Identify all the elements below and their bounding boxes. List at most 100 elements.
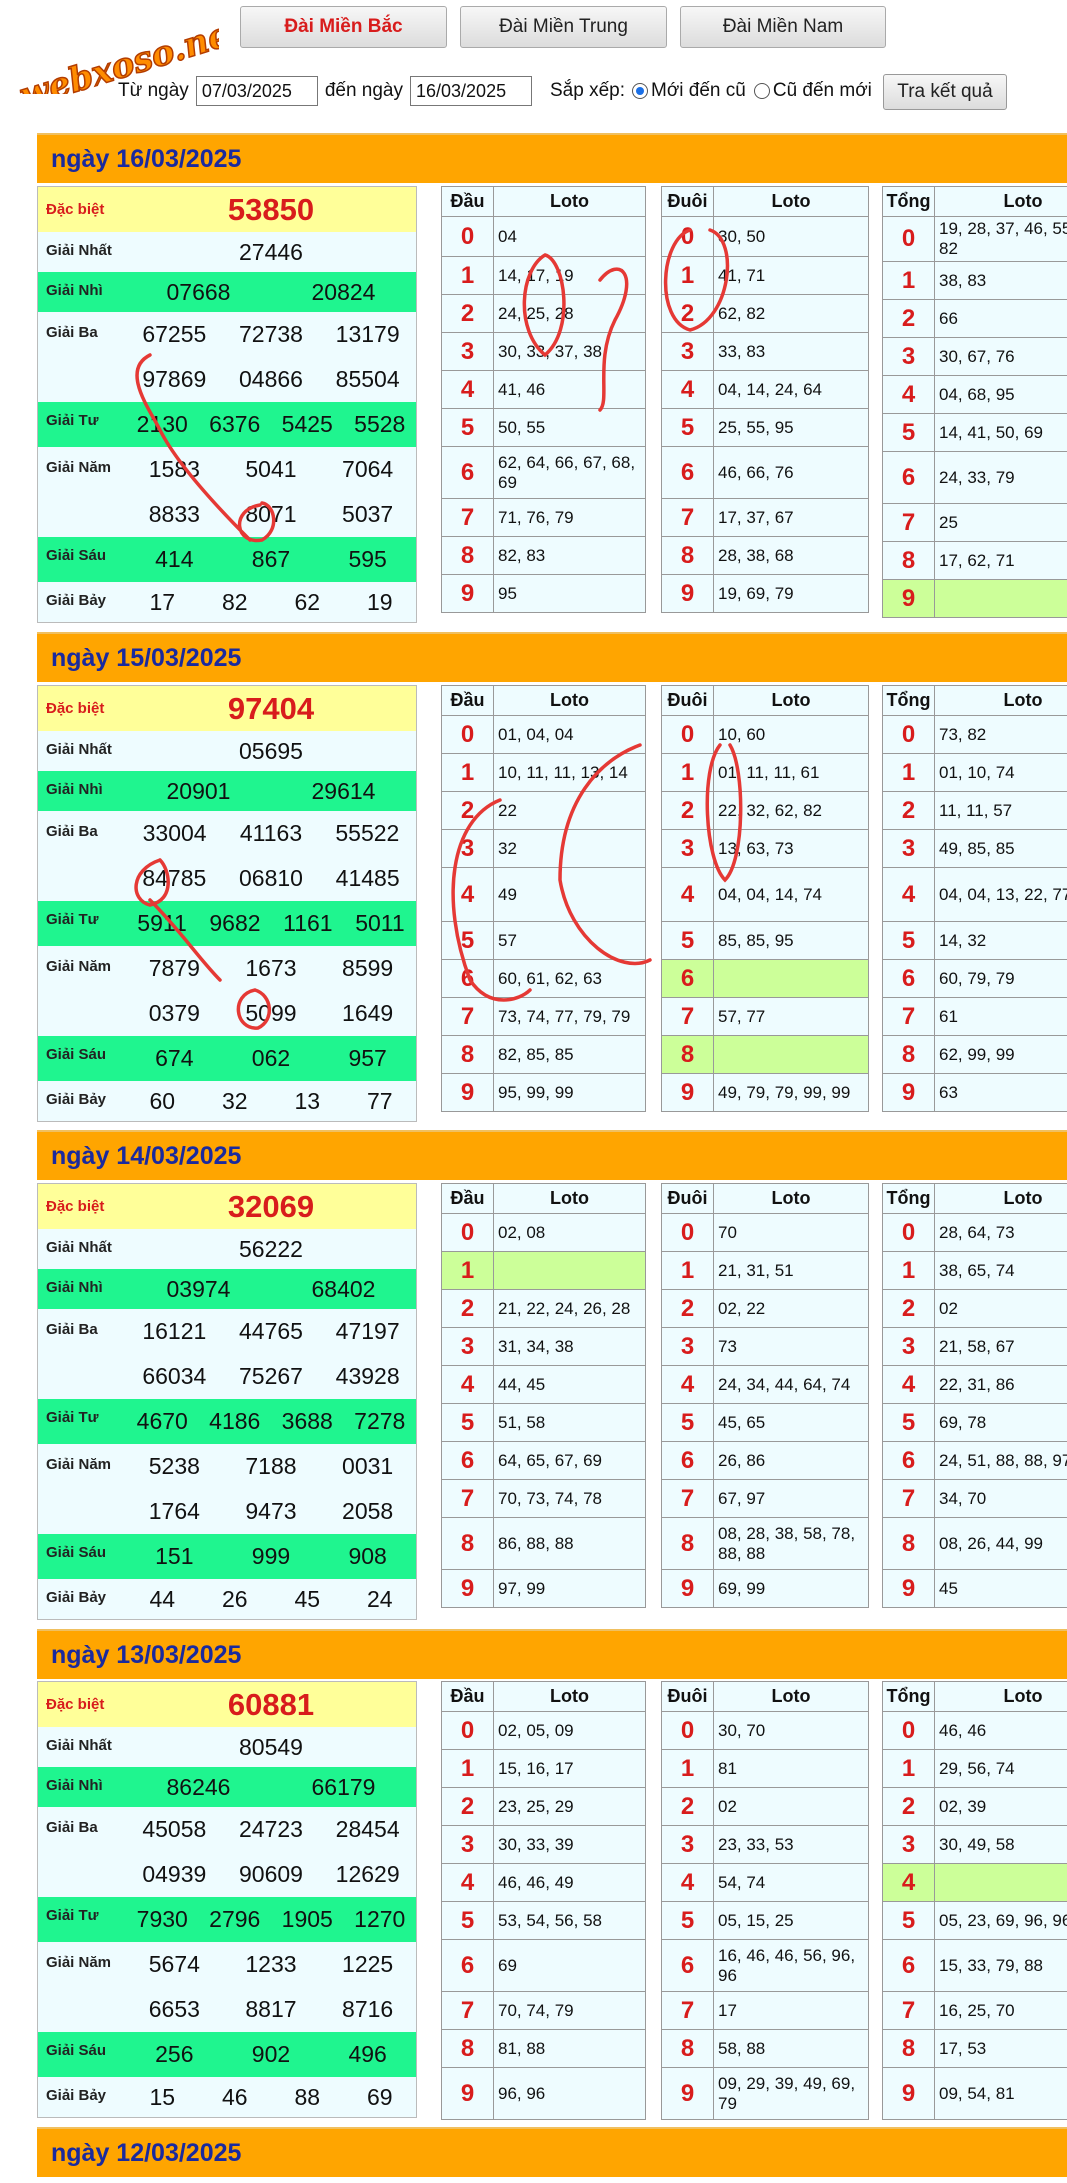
loto-digit: 6 [441,1441,494,1480]
prize-numbers: 6653 8817 8716 [126,1987,416,2032]
prize-number: 62 [294,588,321,615]
sort-new-radio[interactable] [632,83,648,99]
loto-row: 4 [882,1863,1067,1902]
loto-values: 51, 58 [493,1403,646,1442]
prize-table: Đặc biệt 97404 Giải Nhất 05695 Giải Nhì 20901… [37,685,417,1122]
prize-number: 2058 [342,1498,394,1524]
day-title[interactable]: ngày 13/03/2025 [51,1641,241,1670]
loto-row: 2 22, 32, 62, 82 [661,791,869,830]
loto-values: 38, 65, 74 [934,1251,1067,1290]
prize-numbers: 33004 41163 55522 [126,811,416,856]
loto-row: 9 45 [882,1569,1067,1608]
loto-values: 02, 05, 09 [493,1711,646,1750]
day-title[interactable]: ngày 15/03/2025 [51,644,241,673]
loto-row: 5 05, 15, 25 [661,1901,869,1940]
prize-number: 29614 [311,777,376,804]
mien-bac-button[interactable]: Đài Miền Bắc [240,6,447,48]
loto-row: 9 63 [882,1073,1067,1112]
lookup-button[interactable]: Tra kết quả [883,74,1007,110]
sort-label: Sắp xếp: [550,80,625,101]
loto-row: 0 02, 08 [441,1213,646,1252]
loto-digit: 7 [661,1991,714,2030]
loto-values: 01, 04, 04 [493,715,646,754]
loto-row: 6 60, 61, 62, 63 [441,959,646,998]
prize-number: 062 [251,1045,291,1071]
loto-row: 404, 04, 13, 22, 77, 95 [882,867,1067,922]
loto-digit: 2 [661,294,714,333]
loto-digit: 3 [661,1327,714,1366]
day-title[interactable]: ngày 16/03/2025 [51,145,241,174]
sixth-prize-row: Giải Sáu 151 999 908 [38,1534,416,1579]
day-title[interactable]: ngày 12/03/2025 [51,2139,241,2168]
fifth-prize-row: Giải Năm 7879 1673 8599 0379 5099 1649 [38,946,416,1036]
loto-digit: 0 [882,1213,935,1252]
loto-values: 62, 64, 66, 67, 68, 69 [493,446,646,499]
loto-digit: 6 [882,1939,935,1992]
sort-old-radio[interactable] [753,83,770,99]
day-title[interactable]: ngày 14/03/2025 [51,1142,241,1171]
loto-values: 96, 96 [493,2067,646,2120]
loto-values: 82, 83 [493,536,646,575]
loto-row: 2 24, 25, 28 [441,294,646,333]
mien-trung-button[interactable]: Đài Miền Trung [460,6,667,48]
loto-digit: 3 [882,829,935,868]
prize-number: 56222 [239,1235,303,1262]
loto-digit: 0 [441,715,494,754]
dau-table: Đầu Loto 0 01, 04, 04 1 10, 11, 11, 13, 14 2 22… [441,685,646,1112]
prize-label: Giải Tư [46,1907,99,1924]
loto-digit: 9 [661,2067,714,2120]
from-date-input[interactable]: 07/03/2025 [195,76,318,106]
loto-values: 95, 99, 99 [493,1073,646,1112]
prize-label: Giải Năm [46,459,112,476]
day-header[interactable]: ngày 15/03/2025 [37,632,1067,682]
loto-digit: 4 [441,370,494,409]
prize-numbers: 151 999 908 [126,1543,416,1570]
prize-number: 4186 [209,1408,261,1434]
loto-row: 4 04, 68, 95 [882,375,1067,414]
loto-digit: 7 [661,498,714,537]
sort-old-label[interactable]: Cũ đến mới [773,80,872,102]
to-date-input[interactable]: 16/03/2025 [410,76,532,106]
loto-digit: 2 [441,294,494,333]
loto-digit: 3 [441,332,494,371]
loto-digit: 4 [441,867,494,922]
prize-number: 7879 [148,955,200,981]
day-header[interactable]: ngày 14/03/2025 [37,1130,1067,1180]
prize-number: 07668 [166,278,231,305]
loto-values: 17, 62, 71 [934,541,1067,580]
prize-number: 674 [155,1045,194,1071]
loto-values: 57, 77 [713,997,869,1036]
loto-digit: 0 [441,1213,494,1252]
loto-row: 2 11, 11, 57 [882,791,1067,830]
prize-number: 4670 [136,1408,188,1434]
prize-number: 8833 [148,501,200,527]
mien-nam-button[interactable]: Đài Miền Nam [680,6,886,48]
seventh-prize-row: Giải Bảy 60 32 13 77 [38,1081,416,1121]
prize-label: Đặc biệt [46,1198,105,1215]
day-header[interactable]: ngày 12/03/2025 [37,2127,1067,2177]
dau-header: Đầu [441,685,494,716]
prize-number: 82 [221,588,248,615]
loto-digit: 5 [441,408,494,447]
prize-number: 84785 [142,865,207,891]
prize-number: 7188 [245,1453,297,1479]
loto-row: 0 30, 50 [661,216,869,257]
loto-values: 73, 82 [934,715,1067,754]
prize-number: 1764 [148,1498,200,1524]
loto-row: 4 44, 45 [441,1365,646,1404]
loto-row: 8 62, 99, 99 [882,1035,1067,1074]
dau-header: Đầu [441,1183,494,1214]
loto-digit: 4 [882,867,935,922]
tong-table: TổngLoto019, 28, 37, 46, 55, 64, 82138, … [882,186,1067,618]
dau-header: Đầu [441,186,494,217]
day-header[interactable]: ngày 16/03/2025 [37,133,1067,183]
day-header[interactable]: ngày 13/03/2025 [37,1629,1067,1679]
loto-row: 5 57 [441,921,646,960]
prize-label: Đặc biệt [46,201,105,218]
prize-numbers: 5238 7188 0031 [126,1444,416,1489]
sort-new-label[interactable]: Mới đến cũ [651,80,746,102]
loto-row: 2 62, 82 [661,294,869,333]
loto-digit: 9 [882,1073,935,1112]
prize-label: Giải Sáu [46,2042,107,2059]
duoi-header: Đuôi [661,186,714,217]
